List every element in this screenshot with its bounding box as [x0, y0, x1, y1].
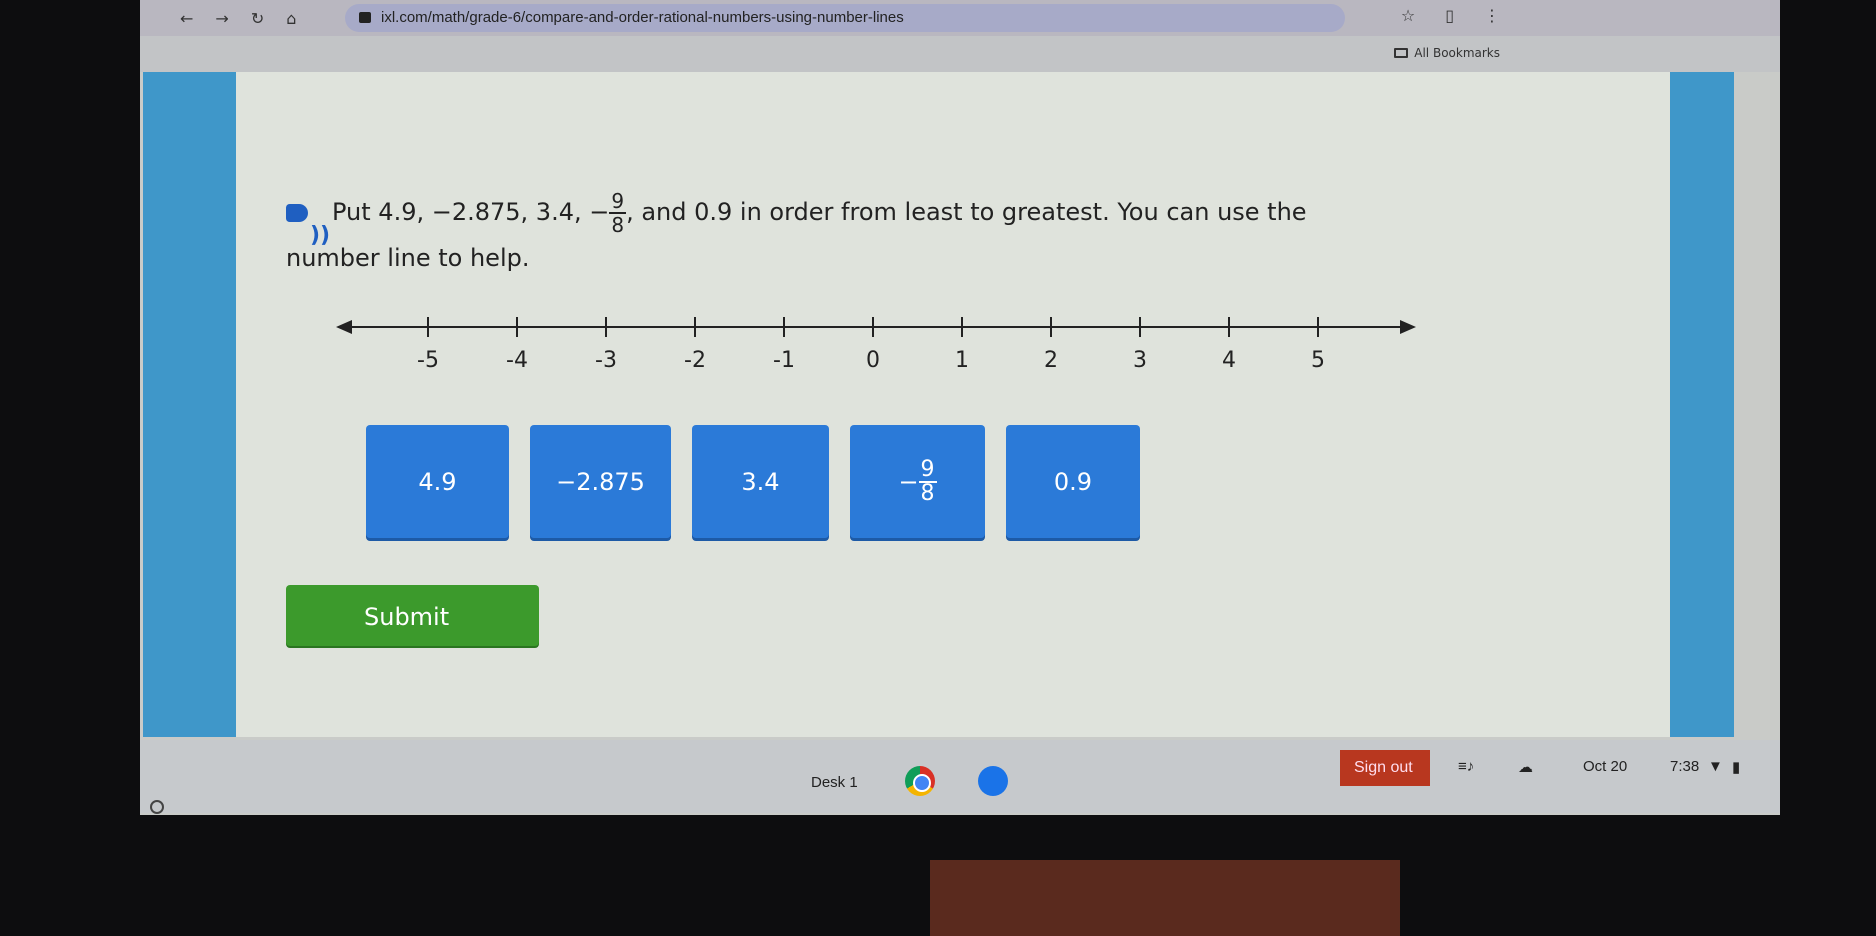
desk-label[interactable]: Desk 1: [811, 774, 858, 791]
tick-label: -3: [595, 348, 617, 373]
taskbar: Desk 1 Sign out ≡♪ ☁ Oct 20 7:38 ▼ ▮: [140, 740, 1780, 814]
launcher-icon[interactable]: [150, 800, 164, 814]
tile-0.9[interactable]: 0.9: [1006, 425, 1140, 538]
media-controls-icon[interactable]: ≡♪: [1458, 758, 1474, 775]
screen: ← → ↻ ⌂ ixl.com/math/grade-6/compare-and…: [140, 0, 1780, 815]
tile-fraction: 98: [918, 456, 937, 506]
home-icon[interactable]: ⌂: [286, 9, 296, 28]
tile-label: 0.9: [1053, 467, 1093, 496]
browser-toolbar: ← → ↻ ⌂ ixl.com/math/grade-6/compare-and…: [140, 0, 1780, 36]
menu-icon[interactable]: ⋮: [1484, 6, 1500, 25]
tile-sign: −: [898, 467, 919, 496]
date[interactable]: Oct 20: [1583, 758, 1627, 775]
number-line: -5 -4 -3 -2 -1 0 1 2 3 4 5: [336, 317, 1416, 373]
app-icon[interactable]: [978, 766, 1008, 796]
tick-label: 3: [1133, 348, 1147, 373]
ixl-content: )) Put 4.9, −2.875, 3.4, −9 8, and 0.9 in …: [143, 72, 1734, 737]
question-line2: number line to help.: [286, 244, 530, 272]
tick-label: 5: [1311, 348, 1325, 373]
forward-arrow-icon[interactable]: →: [215, 9, 228, 28]
tick-label: 4: [1222, 348, 1236, 373]
speaker-icon[interactable]: )): [286, 200, 330, 248]
all-bookmarks[interactable]: All Bookmarks: [1394, 46, 1500, 60]
fraction-numerator: 9: [918, 456, 937, 483]
folder-icon: [1394, 48, 1409, 58]
wifi-icon[interactable]: ▼: [1708, 758, 1723, 775]
bookmark-star-icon[interactable]: ☆: [1401, 6, 1415, 25]
address-bar[interactable]: ixl.com/math/grade-6/compare-and-order-r…: [345, 4, 1345, 32]
tile-3.4[interactable]: 3.4: [692, 425, 829, 538]
fraction-denominator: 8: [611, 213, 625, 237]
tick-label: 1: [955, 348, 969, 373]
tile-neg-2.875[interactable]: −2.875: [530, 425, 671, 538]
tile-neg-9-8[interactable]: − 98: [850, 425, 985, 538]
cloud-icon[interactable]: ☁: [1518, 758, 1533, 776]
time[interactable]: 7:38: [1670, 758, 1699, 775]
fraction: 98: [609, 189, 627, 237]
question-panel: )) Put 4.9, −2.875, 3.4, −9 8, and 0.9 in …: [236, 72, 1670, 737]
tick-label: -2: [684, 348, 706, 373]
bookmarks-bar: All Bookmarks: [140, 36, 1780, 72]
background-object: [930, 860, 1400, 936]
tick-label: -4: [506, 348, 528, 373]
reload-icon[interactable]: ↻: [251, 9, 264, 28]
right-arrow-icon: [1400, 320, 1416, 334]
tick-label: 2: [1044, 348, 1058, 373]
left-arrow-icon: [336, 320, 352, 334]
tile-label: 3.4: [741, 467, 780, 496]
tick-label: 0: [866, 348, 880, 373]
tile-label: 4.9: [418, 467, 457, 496]
question-suffix: , and 0.9 in order from least to greates…: [626, 198, 1307, 226]
url-text: ixl.com/math/grade-6/compare-and-order-r…: [381, 9, 904, 26]
sign-out-button[interactable]: Sign out: [1340, 750, 1430, 786]
battery-icon[interactable]: ▮: [1732, 758, 1740, 776]
question-text: )) Put 4.9, −2.875, 3.4, −9 8, and 0.9 in …: [286, 172, 1626, 252]
site-info-icon[interactable]: [359, 12, 371, 23]
fraction-denominator: 8: [920, 480, 935, 506]
question-prefix: Put 4.9, −2.875, 3.4, −: [332, 198, 610, 226]
tile-label: −2.875: [556, 467, 645, 496]
all-bookmarks-label: All Bookmarks: [1414, 46, 1500, 60]
extensions-icon[interactable]: ▯: [1445, 6, 1454, 25]
back-arrow-icon[interactable]: ←: [180, 9, 193, 28]
fraction-numerator: 9: [609, 189, 627, 214]
tick-label: -1: [773, 348, 795, 373]
tick-label: -5: [417, 348, 439, 373]
tile-4.9[interactable]: 4.9: [366, 425, 509, 538]
submit-button[interactable]: Submit: [286, 585, 539, 646]
chrome-icon[interactable]: [905, 766, 935, 796]
